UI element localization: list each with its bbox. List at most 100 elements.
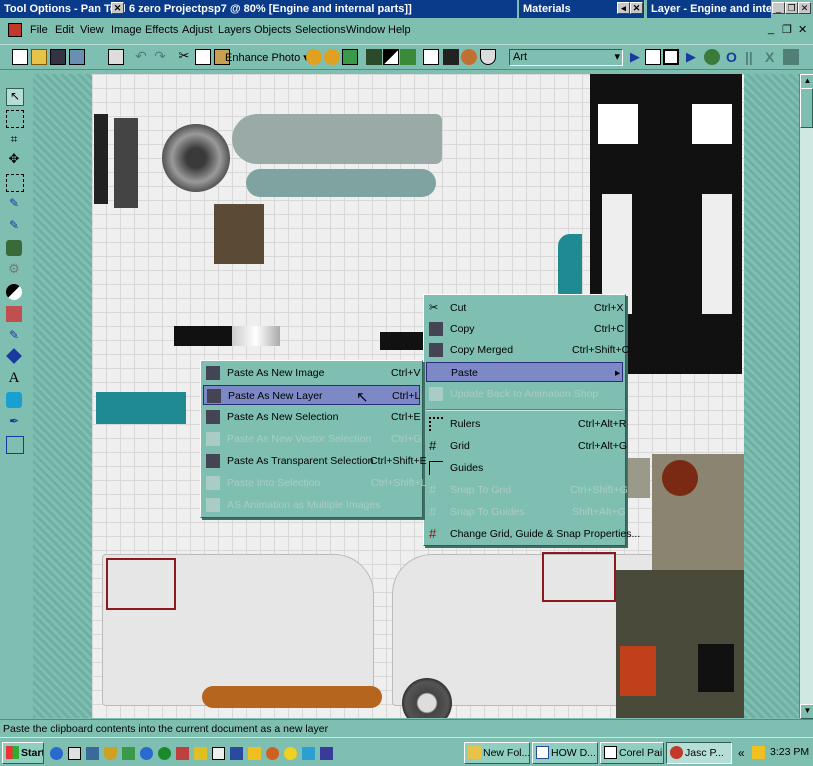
redo-icon[interactable]: ↷ bbox=[152, 49, 168, 65]
quicklaunch-paint-icon[interactable] bbox=[194, 747, 207, 760]
browse-icon[interactable] bbox=[69, 49, 85, 65]
menu-item-paste-as-new-layer[interactable]: Paste As New Layer Ctrl+L ↖ bbox=[203, 385, 420, 406]
menu-item-as-animation-multiple-images[interactable]: AS Animation as Multiple Images bbox=[203, 495, 420, 515]
start-button[interactable]: Start bbox=[2, 742, 44, 764]
menu-objects[interactable]: Objects bbox=[254, 24, 291, 36]
scroll-up-button[interactable]: ▲ bbox=[800, 74, 813, 89]
vertical-scrollbar[interactable]: ▲ ▼ bbox=[799, 74, 813, 719]
menu-item-copy-merged[interactable]: Copy Merged Ctrl+Shift+C bbox=[426, 340, 629, 360]
quicklaunch-smiley-icon[interactable] bbox=[284, 747, 297, 760]
gear-icon[interactable]: ⚙ bbox=[6, 262, 22, 278]
menu-item-paste[interactable]: Paste ▸ bbox=[426, 362, 623, 382]
quicklaunch-app4-icon[interactable] bbox=[320, 747, 333, 760]
tree-icon[interactable] bbox=[400, 49, 416, 65]
doc-minimize-icon[interactable]: _ bbox=[768, 23, 774, 35]
menu-help[interactable]: Help bbox=[388, 24, 411, 36]
clock-icon[interactable] bbox=[461, 49, 477, 65]
open-icon[interactable] bbox=[31, 49, 47, 65]
brush-icon[interactable] bbox=[366, 49, 382, 65]
doc-close-icon[interactable]: ✕ bbox=[798, 23, 807, 36]
task-how-doc[interactable]: HOW D... bbox=[532, 742, 598, 764]
quicklaunch-fox-icon[interactable] bbox=[266, 747, 279, 760]
task-jasc-paint-shop[interactable]: Jasc P... bbox=[666, 742, 732, 764]
text-tool-icon[interactable]: A bbox=[6, 370, 22, 386]
contrast-icon[interactable] bbox=[383, 49, 399, 65]
menu-effects[interactable]: Effects bbox=[145, 24, 178, 36]
cancel-icon[interactable]: X bbox=[765, 49, 781, 65]
clock[interactable]: 3:23 PM bbox=[770, 746, 809, 758]
selection-tool-icon[interactable] bbox=[6, 110, 24, 128]
print-icon[interactable] bbox=[108, 49, 124, 65]
close-icon[interactable]: ✕ bbox=[111, 2, 124, 14]
quicklaunch-desktop-icon[interactable] bbox=[86, 747, 99, 760]
menu-item-paste-as-transparent-selection[interactable]: Paste As Transparent Selection Ctrl+Shif… bbox=[203, 451, 427, 471]
marquee-tool-icon[interactable] bbox=[6, 174, 24, 192]
preset-select[interactable]: Art ▾ bbox=[509, 49, 623, 66]
quicklaunch-shield-icon[interactable] bbox=[104, 747, 117, 760]
quicklaunch-app3-icon[interactable] bbox=[302, 747, 315, 760]
quicklaunch-hand-icon[interactable] bbox=[248, 747, 261, 760]
play-icon[interactable]: ▶ bbox=[630, 49, 646, 65]
menu-file[interactable]: File bbox=[30, 24, 48, 36]
quicklaunch-mail-icon[interactable] bbox=[212, 747, 225, 760]
quicklaunch-outlook-icon[interactable] bbox=[68, 747, 81, 760]
menu-selections[interactable]: Selections bbox=[295, 24, 346, 36]
quicklaunch-globe-icon[interactable] bbox=[158, 747, 171, 760]
new-icon[interactable] bbox=[12, 49, 28, 65]
pen-tool-icon[interactable]: ✒ bbox=[6, 414, 22, 430]
app-icon[interactable] bbox=[8, 23, 22, 37]
menu-item-paste-into-selection[interactable]: Paste Into Selection Ctrl+Shift+L bbox=[203, 473, 426, 493]
script-edit-icon[interactable] bbox=[663, 49, 679, 65]
copy-icon[interactable] bbox=[195, 49, 211, 65]
landscape-icon[interactable] bbox=[342, 49, 358, 65]
quicklaunch-app2-icon[interactable] bbox=[230, 747, 243, 760]
stop-script-icon[interactable] bbox=[704, 49, 720, 65]
menu-edit[interactable]: Edit bbox=[55, 24, 74, 36]
shape-tool-icon[interactable] bbox=[6, 392, 22, 408]
menu-item-snap-to-guides[interactable]: # Snap To Guides Shift+Alt+G bbox=[426, 502, 626, 522]
menu-item-cut[interactable]: ✂ Cut Ctrl+X bbox=[426, 298, 623, 318]
chevron-down-icon[interactable]: ▾ bbox=[614, 50, 620, 65]
record-icon[interactable]: O bbox=[726, 49, 742, 65]
save-script-icon[interactable] bbox=[783, 49, 799, 65]
menu-item-paste-as-new-vector-selection[interactable]: Paste As New Vector Selection Ctrl+G bbox=[203, 429, 422, 449]
undo-icon[interactable]: ↶ bbox=[133, 49, 149, 65]
menu-item-copy[interactable]: Copy Ctrl+C bbox=[426, 319, 624, 339]
shield-icon[interactable] bbox=[480, 49, 496, 65]
enhance-photo-button[interactable]: Enhance Photo ▾ bbox=[225, 51, 309, 64]
script-icon[interactable] bbox=[645, 49, 661, 65]
fill-tool-icon[interactable] bbox=[6, 348, 22, 364]
dropper-tool-icon[interactable]: ✎ bbox=[6, 196, 22, 212]
close-icon[interactable]: ✕ bbox=[630, 2, 643, 14]
quicklaunch-app-icon[interactable] bbox=[122, 747, 135, 760]
menu-adjust[interactable]: Adjust bbox=[182, 24, 213, 36]
menu-view[interactable]: View bbox=[80, 24, 104, 36]
document-titlebar[interactable]: 6 zero Projectpsp7 @ 80% [Engine and int… bbox=[125, 0, 517, 18]
quicklaunch-tool-icon[interactable] bbox=[176, 747, 189, 760]
paint-brush-icon[interactable]: ✎ bbox=[6, 218, 22, 234]
scroll-down-button[interactable]: ▼ bbox=[800, 704, 813, 719]
retouch-tool-icon[interactable] bbox=[6, 284, 22, 300]
picture-tube-icon[interactable]: ✎ bbox=[6, 328, 22, 344]
menu-item-snap-to-grid[interactable]: # Snap To Grid Ctrl+Shift+G bbox=[426, 480, 628, 500]
tool-options-titlebar[interactable]: Tool Options - Pan Tool ✕ bbox=[0, 0, 125, 18]
object-selector-icon[interactable] bbox=[6, 436, 24, 454]
layer-titlebar[interactable]: Layer - Engine and intern bbox=[647, 0, 771, 18]
menu-window[interactable]: Window bbox=[346, 24, 385, 36]
menu-item-update-animation-shop[interactable]: Update Back to Animation Shop bbox=[426, 384, 623, 404]
menu-item-paste-as-new-selection[interactable]: Paste As New Selection Ctrl+E bbox=[203, 407, 420, 427]
run-script-icon[interactable]: ▶ bbox=[686, 49, 702, 65]
menu-item-change-grid-properties[interactable]: # Change Grid, Guide & Snap Properties..… bbox=[426, 524, 640, 544]
restore-icon[interactable]: ❐ bbox=[785, 2, 798, 14]
menu-image[interactable]: Image bbox=[111, 24, 142, 36]
quicklaunch-ie2-icon[interactable] bbox=[140, 747, 153, 760]
task-new-folder[interactable]: New Fol... bbox=[464, 742, 530, 764]
menu-item-paste-as-new-image[interactable]: Paste As New Image Ctrl+V bbox=[203, 363, 420, 383]
pan-tool-icon[interactable]: ↖ bbox=[6, 88, 24, 106]
save-icon[interactable] bbox=[50, 49, 66, 65]
menu-item-guides[interactable]: Guides bbox=[426, 458, 623, 478]
quicklaunch-ie-icon[interactable] bbox=[50, 747, 63, 760]
face-icon[interactable] bbox=[306, 49, 322, 65]
task-corel-paint[interactable]: Corel Pai... bbox=[600, 742, 664, 764]
tray-expand-icon[interactable]: « bbox=[738, 746, 745, 760]
